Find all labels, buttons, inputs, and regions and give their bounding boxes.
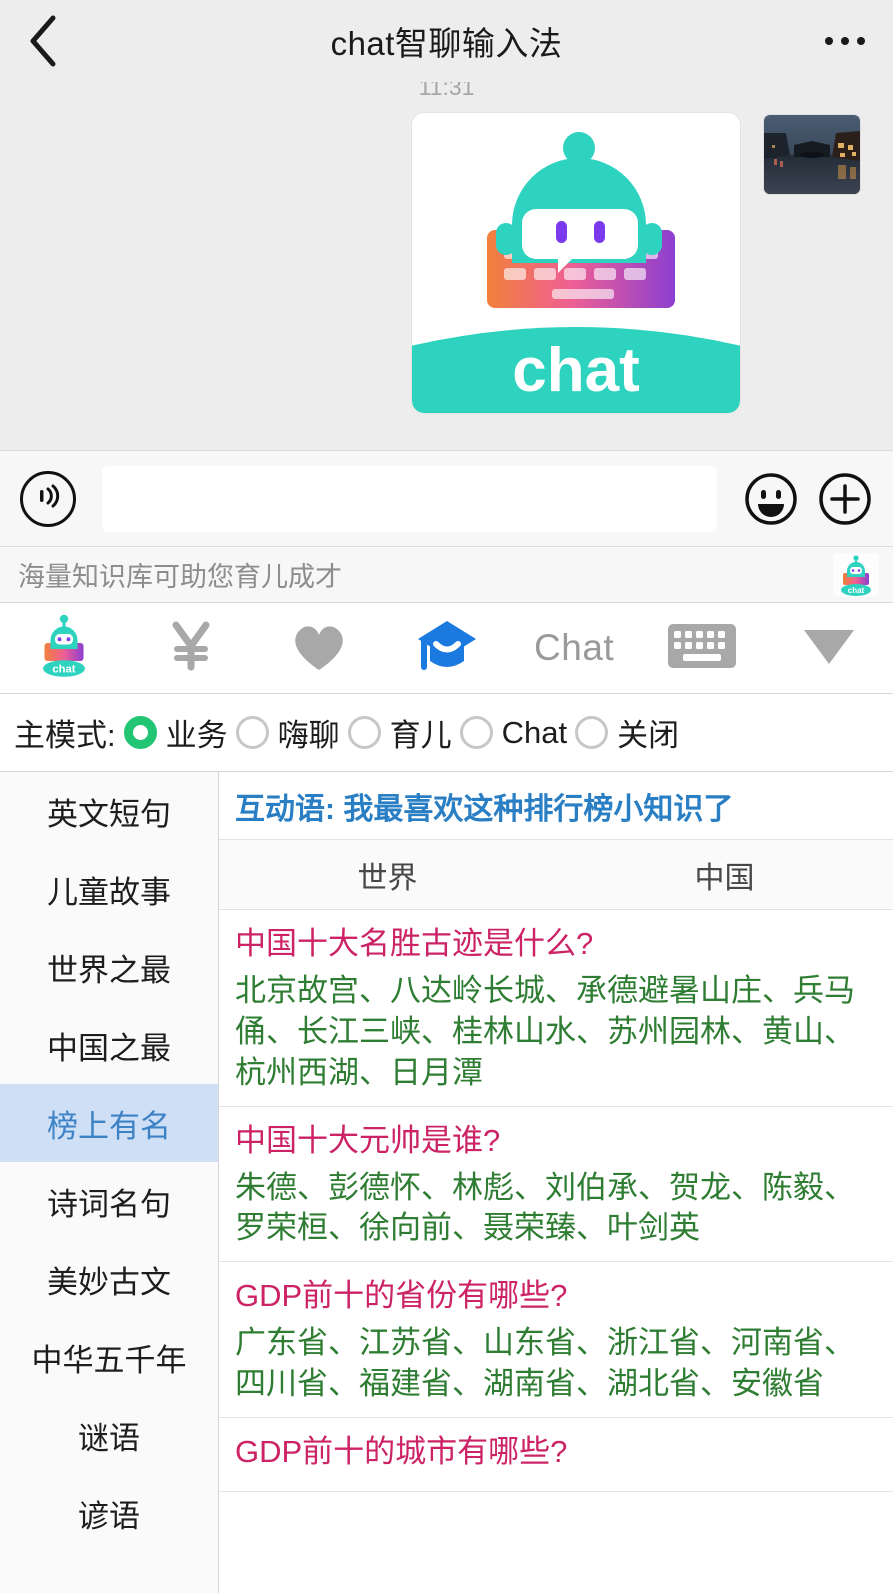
voice-wave-icon: [31, 479, 65, 518]
page-title: chat智聊输入法: [330, 25, 563, 62]
message-input-bar: [0, 450, 893, 546]
mode-radio-chat[interactable]: Chat: [459, 714, 568, 751]
mode-radio-label: 关闭: [617, 718, 680, 753]
more-functions-button[interactable]: [817, 471, 873, 527]
sidebar-item-english-phrases[interactable]: 英文短句: [0, 772, 218, 850]
svg-text:chat: chat: [512, 336, 639, 405]
keyboard-icon: [666, 620, 738, 677]
more-options-button[interactable]: [825, 37, 865, 45]
qa-answer: 朱德、彭德怀、林彪、刘伯承、贺龙、陈毅、罗荣桓、徐向前、聂荣臻、叶剑英: [235, 1169, 855, 1246]
toolbar-item-chat[interactable]: Chat: [510, 603, 638, 693]
mode-radio-label: 嗨聊: [277, 718, 340, 753]
interactive-phrase-header[interactable]: 互动语: 我最喜欢这种排行榜小知识了: [219, 772, 893, 840]
qa-answer: 北京故宫、八达岭长城、承德避暑山庄、兵马俑、长江三峡、桂林山水、苏州园林、黄山、…: [235, 972, 855, 1090]
sidebar-item-riddles[interactable]: 谜语: [0, 1396, 218, 1474]
content-body: 英文短句 儿童故事 世界之最 中国之最 榜上有名 诗词名句 美妙古文 中华五千年…: [0, 772, 893, 1593]
plus-circle-icon: [817, 472, 873, 531]
app-root: chat智聊输入法 11:31 chat 海量知识库可助您育儿成才 chat c…: [0, 0, 893, 1593]
tab-china[interactable]: 中国: [556, 853, 893, 897]
qa-answer: 广东省、江苏省、山东省、浙江省、河南省、四川省、福建省、湖南省、湖北省、安徽省: [235, 1325, 855, 1402]
voice-input-button[interactable]: [20, 470, 76, 527]
sidebar-item-world-records[interactable]: 世界之最: [0, 928, 218, 1006]
region-tabs: 世界 中国: [219, 840, 893, 910]
sidebar-item-china-records[interactable]: 中国之最: [0, 1006, 218, 1084]
radio-button-icon: [235, 716, 269, 749]
mode-radio-label: 育儿: [389, 718, 452, 753]
qa-question: GDP前十的城市有哪些?: [235, 1434, 568, 1470]
heart-icon: [289, 618, 349, 679]
svg-text:chat: chat: [848, 586, 865, 595]
smiley-face-icon: [743, 472, 799, 531]
sidebar-item-rankings[interactable]: 榜上有名: [0, 1084, 218, 1162]
toolbar-item-favorites[interactable]: [255, 603, 383, 693]
chat-app-logo-icon: chat: [29, 613, 99, 684]
toolbar-item-chat-logo[interactable]: chat: [0, 603, 128, 693]
qa-question: GDP前十的省份有哪些?: [235, 1278, 568, 1314]
yen-currency-icon: [166, 618, 216, 679]
photo-thumbnail[interactable]: [764, 115, 860, 194]
radio-button-icon: [575, 716, 609, 749]
sidebar-item-proverbs[interactable]: 谚语: [0, 1474, 218, 1552]
toolbar-item-yen[interactable]: [128, 603, 256, 693]
chat-message-area: 11:31 chat: [0, 82, 893, 450]
chat-app-logo-icon: chat: [833, 552, 879, 597]
qa-item[interactable]: 中国十大名胜古迹是什么? 北京故宫、八达岭长城、承德避暑山庄、兵马俑、长江三峡、…: [219, 910, 893, 1107]
qa-question: 中国十大元帅是谁?: [235, 1122, 501, 1158]
svg-text:chat: chat: [52, 663, 75, 675]
mode-radio-yewu[interactable]: 业务: [123, 710, 228, 755]
radio-button-icon: [123, 716, 157, 749]
toolbar-item-keyboard[interactable]: [638, 603, 766, 693]
sidebar-item-poetry[interactable]: 诗词名句: [0, 1162, 218, 1240]
sidebar-item-classical-prose[interactable]: 美妙古文: [0, 1240, 218, 1318]
more-dot: [841, 37, 849, 45]
qa-item[interactable]: GDP前十的城市有哪些?: [219, 1418, 893, 1492]
mode-radio-yuer[interactable]: 育儿: [347, 710, 452, 755]
chat-logo-message[interactable]: chat: [412, 113, 740, 413]
emoji-button[interactable]: [743, 471, 799, 527]
main-mode-selector: 主模式: 业务 嗨聊 育儿 Chat 关闭: [0, 694, 893, 772]
navbar: chat智聊输入法: [0, 0, 893, 82]
toolbar-item-collapse[interactable]: [765, 603, 893, 693]
mode-radio-hailiao[interactable]: 嗨聊: [235, 710, 340, 755]
chat-text-label: Chat: [534, 627, 615, 668]
promo-banner[interactable]: 海量知识库可助您育儿成才 chat: [0, 546, 893, 602]
toolbar-item-education[interactable]: [383, 603, 511, 693]
more-dot: [825, 37, 833, 45]
sidebar-item-children-stories[interactable]: 儿童故事: [0, 850, 218, 928]
tab-world[interactable]: 世界: [219, 853, 556, 897]
radio-button-icon: [347, 716, 381, 749]
chat-app-logo-icon: chat: [412, 113, 740, 413]
qa-list: 中国十大名胜古迹是什么? 北京故宫、八达岭长城、承德避暑山庄、兵马俑、长江三峡、…: [219, 910, 893, 1593]
mode-radio-label: Chat: [501, 714, 568, 750]
chevron-down-icon: [800, 624, 858, 673]
message-timestamp: 11:31: [418, 82, 475, 100]
message-row: chat: [0, 104, 893, 424]
message-input[interactable]: [102, 465, 717, 532]
more-dot: [857, 37, 865, 45]
main-mode-label: 主模式:: [14, 718, 116, 753]
canal-town-night-photo: [764, 115, 860, 194]
keyboard-function-toolbar: chat Chat: [0, 602, 893, 694]
content-panel: 互动语: 我最喜欢这种排行榜小知识了 世界 中国 中国十大名胜古迹是什么? 北京…: [219, 772, 893, 1593]
graduation-cap-icon: [416, 617, 478, 680]
qa-item[interactable]: GDP前十的省份有哪些? 广东省、江苏省、山东省、浙江省、河南省、四川省、福建省…: [219, 1262, 893, 1419]
sidebar-item-chinese-history[interactable]: 中华五千年: [0, 1318, 218, 1396]
promo-banner-text: 海量知识库可助您育儿成才: [18, 562, 342, 592]
qa-item[interactable]: 中国十大元帅是谁? 朱德、彭德怀、林彪、刘伯承、贺龙、陈毅、罗荣桓、徐向前、聂荣…: [219, 1107, 893, 1263]
mode-radio-close[interactable]: 关闭: [575, 710, 679, 755]
qa-question: 中国十大名胜古迹是什么?: [235, 926, 594, 961]
category-sidebar[interactable]: 英文短句 儿童故事 世界之最 中国之最 榜上有名 诗词名句 美妙古文 中华五千年…: [0, 772, 219, 1593]
mode-radio-label: 业务: [165, 718, 228, 753]
radio-button-icon: [459, 716, 493, 749]
mode-radio-group: 业务 嗨聊 育儿 Chat 关闭: [123, 710, 687, 755]
